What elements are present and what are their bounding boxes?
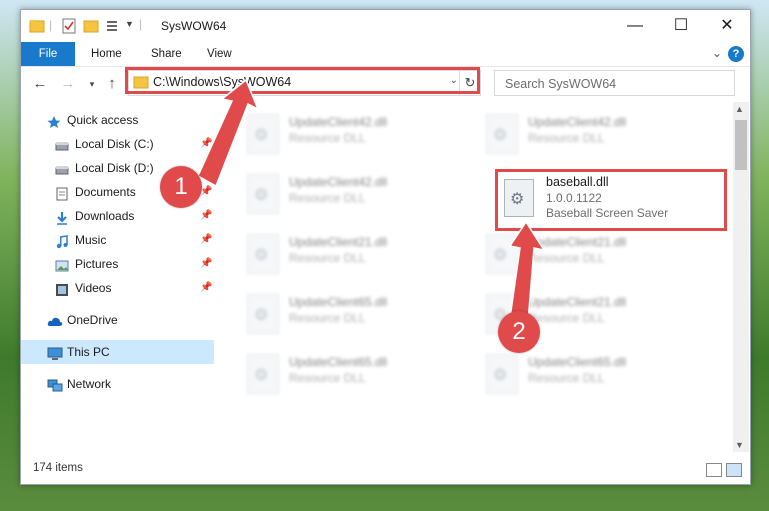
arrow-to-address-bar — [197, 78, 260, 188]
step-2-badge: 2 — [498, 311, 540, 353]
arrow-to-selected-file — [508, 220, 546, 323]
step-1-badge: 1 — [160, 166, 202, 208]
annotation-arrows — [197, 78, 546, 323]
